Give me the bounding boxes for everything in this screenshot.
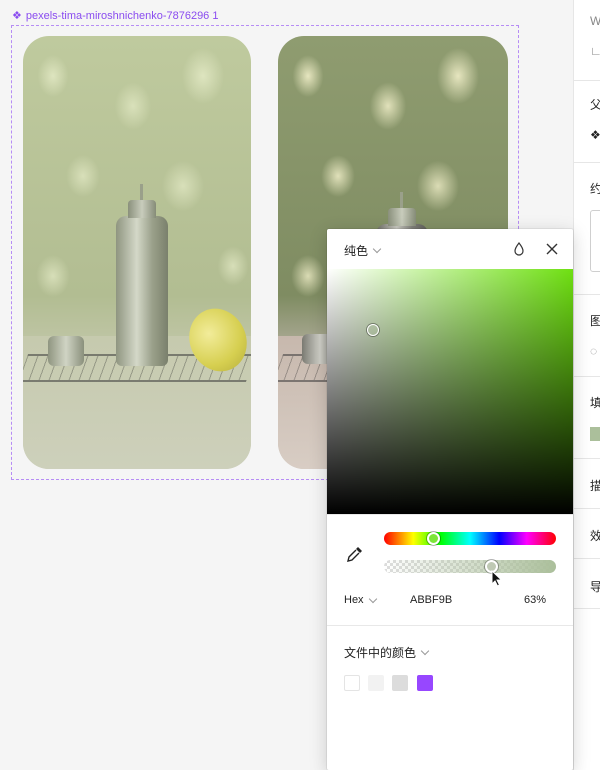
steel-bottle [116, 184, 168, 366]
opacity-input[interactable]: 63% [524, 594, 546, 606]
saturation-handle[interactable] [367, 324, 379, 336]
color-format-label: Hex [344, 594, 364, 606]
panel-parent-label: 父 [574, 96, 600, 113]
component-icon[interactable]: ❖ [574, 128, 600, 142]
image-layer-1[interactable] [23, 36, 251, 469]
hue-slider[interactable] [384, 532, 556, 545]
properties-panel: W ∟ 父 ❖ 约 图 ◌ 填 描 效 导 [573, 0, 600, 770]
saturation-value-area[interactable] [327, 269, 573, 514]
panel-stroke-label: 描 [574, 477, 600, 494]
picker-header: 纯色 [327, 229, 573, 269]
frame-label[interactable]: ❖ pexels-tima-miroshnichenko-7876296 1 [12, 9, 219, 23]
constraints-box[interactable] [590, 210, 600, 272]
component-icon: ❖ [12, 10, 22, 22]
bottle-lid [48, 336, 84, 366]
chevron-down-icon [372, 244, 382, 254]
panel-effects-label: 效 [574, 527, 600, 544]
document-colors-dropdown[interactable]: 文件中的颜色 [344, 644, 430, 661]
document-color-swatch[interactable] [392, 675, 408, 691]
color-format-dropdown[interactable]: Hex [344, 594, 377, 606]
hex-input[interactable]: ABBF9B [410, 594, 452, 606]
drop-icon[interactable]: ◌ [574, 344, 600, 358]
chevron-down-icon [420, 646, 430, 656]
close-icon[interactable] [544, 241, 560, 257]
fill-swatch[interactable] [590, 427, 600, 441]
opacity-slider[interactable] [384, 560, 556, 573]
document-color-swatch[interactable] [417, 675, 433, 691]
blend-drop-icon[interactable] [511, 241, 527, 257]
fill-type-label: 纯色 [344, 244, 369, 258]
mouse-cursor-icon [491, 570, 503, 587]
panel-width-label: W [574, 14, 600, 28]
panel-export-label: 导 [574, 578, 600, 595]
corner-icon: ∟ [574, 44, 600, 58]
panel-fill-label: 填 [574, 394, 600, 411]
color-values-row: Hex ABBF9B 63% [344, 594, 556, 610]
panel-layer-label: 图 [574, 312, 600, 329]
document-color-swatch[interactable] [368, 675, 384, 691]
color-picker: 纯色 Hex ABBF9B 63% 文件中的颜色 [327, 229, 573, 770]
hue-handle[interactable] [426, 532, 440, 545]
chevron-down-icon [368, 594, 377, 603]
fill-type-dropdown[interactable]: 纯色 [344, 242, 382, 259]
frame-name: pexels-tima-miroshnichenko-7876296 1 [25, 9, 219, 22]
document-color-swatch[interactable] [344, 675, 360, 691]
panel-constraints-label: 约 [574, 180, 600, 197]
document-colors-label: 文件中的颜色 [344, 646, 417, 660]
eyedropper-icon[interactable] [346, 545, 364, 563]
